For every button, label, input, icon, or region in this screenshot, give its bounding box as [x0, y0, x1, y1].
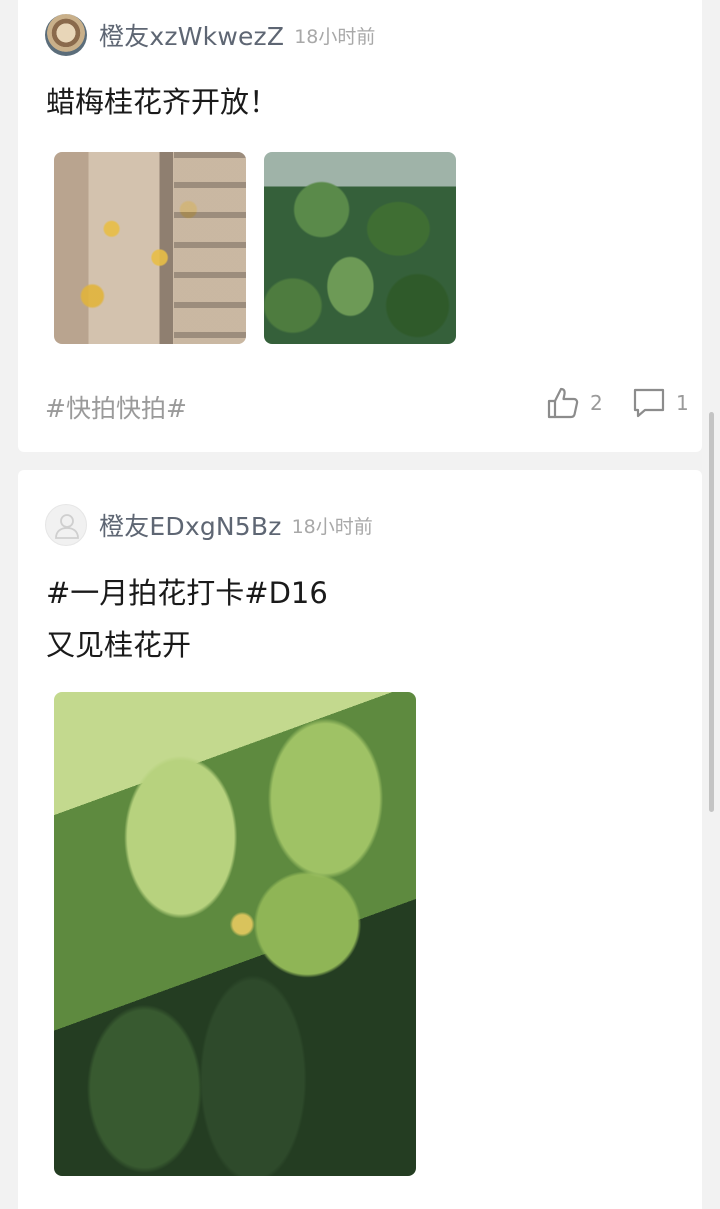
default-user-icon: [55, 514, 79, 539]
post-text-line: 又见桂花开: [46, 628, 192, 662]
post-header: 橙友xzWkwezZ 18小时前: [45, 14, 375, 56]
username[interactable]: 橙友EDxgN5Bz: [99, 507, 282, 543]
post-header: 橙友EDxgN5Bz 18小时前: [45, 504, 373, 546]
avatar[interactable]: [45, 14, 87, 56]
post-text-line[interactable]: #一月拍花打卡#D16: [46, 575, 328, 611]
avatar[interactable]: [45, 504, 87, 546]
scrollbar[interactable]: [709, 412, 714, 812]
post-time: 18小时前: [291, 515, 373, 538]
post-time: 18小时前: [294, 25, 376, 48]
like-button[interactable]: 2: [546, 386, 603, 420]
post-card[interactable]: 橙友EDxgN5Bz 18小时前 #一月拍花打卡#D16 又见桂花开: [18, 470, 702, 1209]
comment-bubble-icon: [632, 386, 666, 420]
username[interactable]: 橙友xzWkwezZ: [99, 17, 284, 53]
like-count: 2: [590, 391, 603, 415]
post-image-wintersweet[interactable]: [54, 152, 246, 344]
thumbs-up-icon: [546, 386, 580, 420]
post-image-osmanthus[interactable]: [54, 692, 416, 1176]
comment-button[interactable]: 1: [632, 386, 689, 420]
comment-count: 1: [676, 391, 689, 415]
feed: 橙友xzWkwezZ 18小时前 蜡梅桂花齐开放！ #快拍快拍# 2 1 橙友E…: [0, 0, 720, 1209]
post-text-line: 蜡梅桂花齐开放！: [46, 85, 279, 119]
post-content: #一月拍花打卡#D16 又见桂花开: [46, 575, 328, 679]
post-card[interactable]: 橙友xzWkwezZ 18小时前 蜡梅桂花齐开放！ #快拍快拍# 2 1: [18, 0, 702, 452]
post-tag[interactable]: #快拍快拍#: [45, 389, 187, 425]
post-image-osmanthus[interactable]: [264, 152, 456, 344]
post-content: 蜡梅桂花齐开放！: [46, 84, 278, 120]
